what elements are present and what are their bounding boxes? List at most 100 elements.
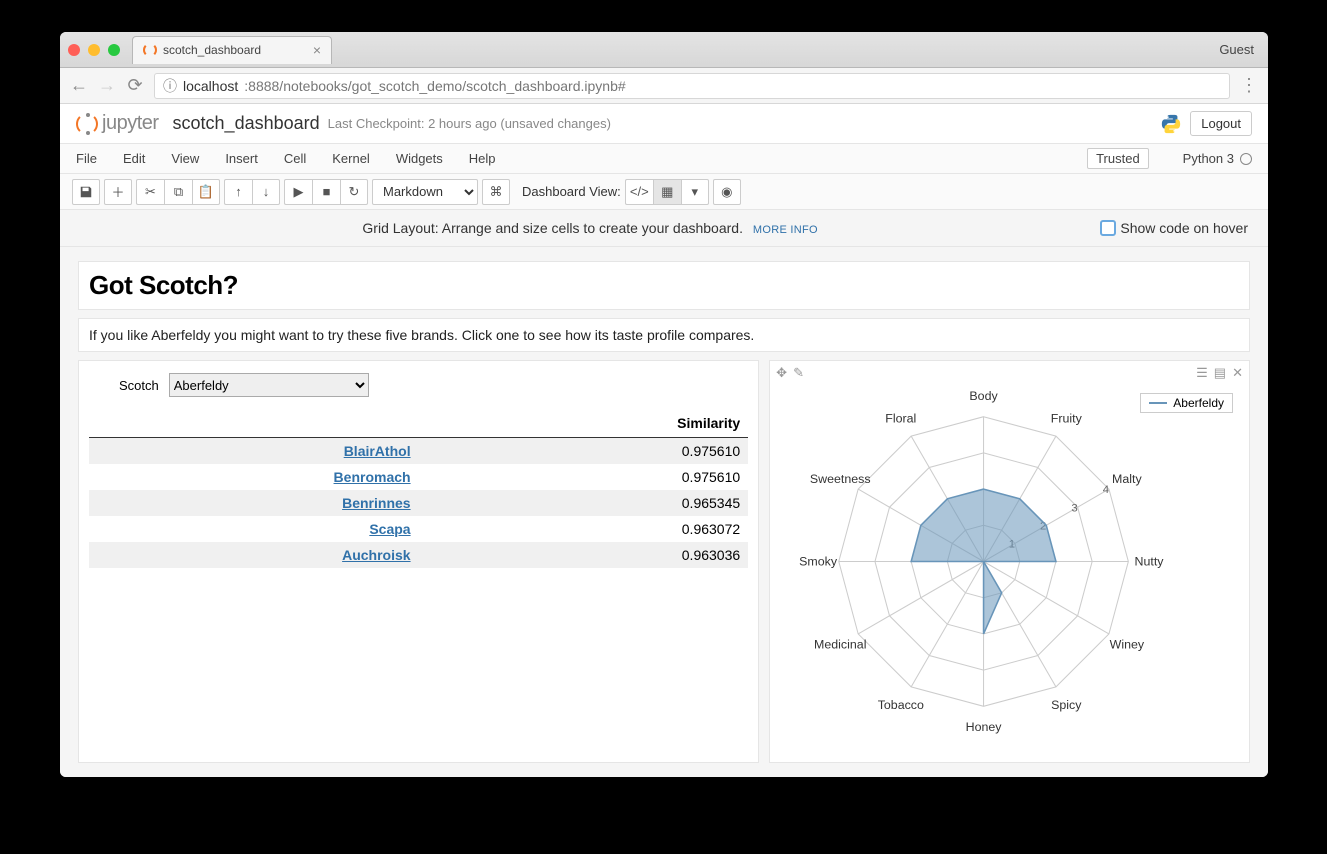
brand-link[interactable]: BlairAthol	[344, 443, 411, 459]
table-row: BlairAthol 0.975610	[89, 438, 748, 465]
svg-text:Sweetness: Sweetness	[810, 472, 871, 486]
layout-hint-bar: Grid Layout: Arrange and size cells to c…	[60, 210, 1268, 247]
more-info-link[interactable]: MORE INFO	[753, 224, 818, 236]
minimize-window-icon[interactable]	[88, 44, 100, 56]
view-app-button[interactable]: ◉	[713, 179, 741, 205]
zoom-window-icon[interactable]	[108, 44, 120, 56]
brand-link[interactable]: Auchroisk	[342, 547, 410, 563]
kernel-status-icon	[1240, 153, 1252, 165]
similarity-value: 0.975610	[419, 464, 749, 490]
menu-widgets[interactable]: Widgets	[396, 151, 443, 166]
view-dropdown-button[interactable]: ▾	[681, 179, 709, 205]
add-cell-button[interactable]: ＋	[104, 179, 132, 205]
similarity-table-body: BlairAthol 0.975610 Benromach 0.975610 Benri…	[89, 438, 748, 569]
svg-text:Medicinal: Medicinal	[814, 637, 866, 651]
kernel-name: Python 3	[1183, 151, 1234, 166]
close-window-icon[interactable]	[68, 44, 80, 56]
stop-button[interactable]: ■	[312, 179, 340, 205]
browser-window: scotch_dashboard × Guest ← → ⟳ ⓘ localho…	[60, 32, 1268, 777]
page-subtitle: If you like Aberfeldy you might want to …	[89, 327, 754, 343]
brand-link[interactable]: Benromach	[334, 469, 411, 485]
reload-icon[interactable]: ⟳	[126, 75, 144, 96]
picker-label: Scotch	[119, 378, 159, 393]
similarity-value: 0.975610	[419, 438, 749, 465]
tab-close-icon[interactable]: ×	[313, 42, 321, 58]
view-code-button[interactable]: </>	[625, 179, 653, 205]
dashboard-area: Got Scotch? If you like Aberfeldy you mi…	[60, 247, 1268, 777]
paste-button[interactable]: 📋	[192, 179, 220, 205]
brand-link[interactable]: Benrinnes	[342, 495, 410, 511]
svg-text:Body: Body	[970, 389, 999, 403]
notebook-title[interactable]: scotch_dashboard	[173, 113, 320, 134]
chart-legend: Aberfeldy	[1140, 393, 1233, 413]
tool-grid-icon[interactable]: ▤	[1214, 365, 1226, 381]
show-code-toggle[interactable]: Show code on hover	[1100, 220, 1248, 236]
svg-text:Fruity: Fruity	[1051, 411, 1083, 425]
address-bar: ← → ⟳ ⓘ localhost:8888/notebooks/got_sco…	[60, 68, 1268, 104]
radar-chart: BodyFruityMaltyNuttyWineySpicyHoneyTobac…	[774, 365, 1245, 758]
legend-label: Aberfeldy	[1173, 396, 1224, 410]
tool-close-icon[interactable]: ✕	[1232, 365, 1243, 381]
url-field[interactable]: ⓘ localhost:8888/notebooks/got_scotch_de…	[154, 73, 1230, 99]
jupyter-orbit-icon	[76, 113, 98, 135]
similarity-table: Similarity BlairAthol0.975610Benromach0.…	[89, 409, 748, 568]
edit-cell-icon[interactable]: ✎	[793, 365, 804, 381]
move-handle-icon[interactable]: ✥	[776, 365, 787, 381]
edit-group: ✂ ⧉ 📋	[136, 179, 220, 205]
menu-file[interactable]: File	[76, 151, 97, 166]
brand-link[interactable]: Scapa	[369, 521, 410, 537]
cell-type-select[interactable]: Markdown	[372, 179, 478, 205]
legend-line-icon	[1149, 402, 1167, 404]
nav-back-icon[interactable]: ←	[70, 75, 88, 96]
menu-view[interactable]: View	[171, 151, 199, 166]
save-button[interactable]	[72, 179, 100, 205]
menu-help[interactable]: Help	[469, 151, 496, 166]
svg-text:Winey: Winey	[1110, 637, 1145, 651]
info-icon[interactable]: ⓘ	[163, 76, 177, 96]
browser-tab[interactable]: scotch_dashboard ×	[132, 36, 332, 64]
dashboard-view-buttons: </> ▦ ▾	[625, 179, 709, 205]
svg-text:Malty: Malty	[1112, 472, 1142, 486]
show-code-label: Show code on hover	[1120, 220, 1248, 236]
toolbar: ＋ ✂ ⧉ 📋 ↑ ↓ ▶ ■ ↻ Markdown ⌘ Dashboard V…	[60, 174, 1268, 210]
profile-label[interactable]: Guest	[1219, 42, 1254, 57]
layout-hint-text: Grid Layout: Arrange and size cells to c…	[362, 220, 743, 236]
jupyter-brand: jupyter	[102, 112, 159, 135]
table-cell[interactable]: Scotch Aberfeldy Similarity BlairAthol0.…	[78, 360, 759, 763]
svg-text:Spicy: Spicy	[1051, 698, 1082, 712]
tool-list-icon[interactable]: ☰	[1196, 365, 1208, 381]
menu-kernel[interactable]: Kernel	[332, 151, 370, 166]
view-grid-button[interactable]: ▦	[653, 179, 681, 205]
move-up-button[interactable]: ↑	[224, 179, 252, 205]
notebook-app: jupyter scotch_dashboard Last Checkpoint…	[60, 104, 1268, 777]
svg-text:Tobacco: Tobacco	[878, 698, 924, 712]
kernel-indicator[interactable]: Python 3	[1183, 151, 1252, 166]
menu-insert[interactable]: Insert	[225, 151, 258, 166]
svg-text:4: 4	[1103, 484, 1109, 496]
checkpoint-status: Last Checkpoint: 2 hours ago (unsaved ch…	[328, 116, 611, 131]
browser-menu-icon[interactable]: ⋮	[1240, 75, 1258, 96]
run-group: ▶ ■ ↻	[284, 179, 368, 205]
restart-button[interactable]: ↻	[340, 179, 368, 205]
menu-edit[interactable]: Edit	[123, 151, 145, 166]
chart-cell[interactable]: ✥ ✎ ☰ ▤ ✕ Aberfeldy BodyFruityMaltyNutty…	[769, 360, 1250, 763]
jupyter-logo[interactable]: jupyter	[76, 112, 159, 135]
logout-button[interactable]: Logout	[1190, 111, 1252, 136]
svg-text:3: 3	[1072, 502, 1078, 514]
move-down-button[interactable]: ↓	[252, 179, 280, 205]
trusted-badge[interactable]: Trusted	[1087, 148, 1149, 169]
table-row: Scapa0.963072	[89, 516, 748, 542]
command-palette-button[interactable]: ⌘	[482, 179, 510, 205]
python-logo-icon	[1160, 113, 1182, 135]
notebook-header: jupyter scotch_dashboard Last Checkpoint…	[60, 104, 1268, 144]
scotch-select[interactable]: Aberfeldy	[169, 373, 369, 397]
subtitle-cell[interactable]: If you like Aberfeldy you might want to …	[78, 318, 1250, 352]
menubar: File Edit View Insert Cell Kernel Widget…	[60, 144, 1268, 174]
run-button[interactable]: ▶	[284, 179, 312, 205]
title-cell[interactable]: Got Scotch?	[78, 261, 1250, 310]
menu-cell[interactable]: Cell	[284, 151, 306, 166]
cut-button[interactable]: ✂	[136, 179, 164, 205]
checkbox-icon[interactable]	[1100, 220, 1116, 236]
copy-button[interactable]: ⧉	[164, 179, 192, 205]
svg-text:Smoky: Smoky	[799, 555, 838, 569]
